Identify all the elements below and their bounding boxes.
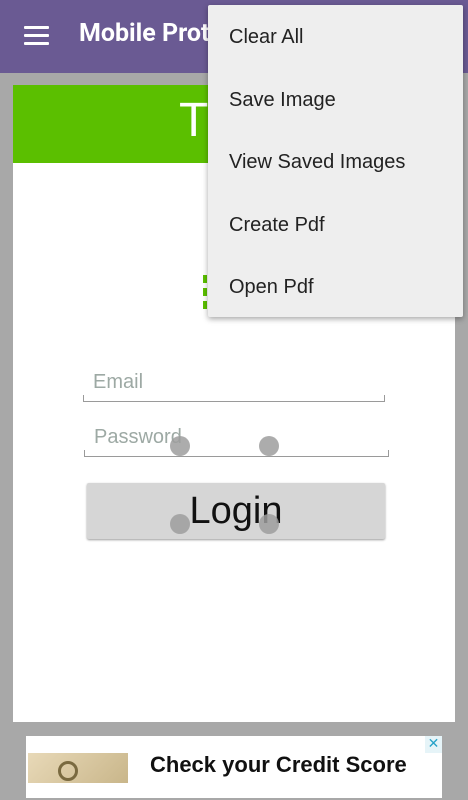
ad-banner[interactable]: Check your Credit Score ✕ [26, 736, 442, 798]
login-button[interactable]: Login [87, 483, 385, 539]
email-field[interactable]: Email [83, 368, 385, 402]
password-underline [84, 450, 389, 457]
menu-item-clear-all[interactable]: Clear All [229, 26, 303, 49]
menu-item-view-saved-images[interactable]: View Saved Images [229, 151, 405, 174]
hamburger-menu-icon[interactable] [24, 26, 49, 46]
ad-text[interactable]: Check your Credit Score [150, 752, 407, 778]
ad-image [28, 753, 128, 783]
drag-handle-dot[interactable] [170, 436, 190, 456]
password-field[interactable]: Password [84, 423, 389, 457]
email-underline [83, 395, 385, 402]
menu-item-save-image[interactable]: Save Image [229, 89, 336, 112]
menu-item-create-pdf[interactable]: Create Pdf [229, 214, 325, 237]
app-title: Mobile Prot [79, 19, 210, 48]
password-placeholder: Password [94, 426, 182, 448]
drag-handle-dot[interactable] [170, 514, 190, 534]
banner-text: T [179, 94, 209, 147]
close-icon[interactable]: ✕ [425, 736, 442, 753]
drag-handle-dot[interactable] [259, 514, 279, 534]
key-icon [58, 761, 78, 781]
overflow-menu: Clear All Save Image View Saved Images C… [208, 5, 463, 317]
email-placeholder: Email [93, 371, 144, 393]
menu-item-open-pdf[interactable]: Open Pdf [229, 276, 314, 299]
drag-handle-dot[interactable] [259, 436, 279, 456]
